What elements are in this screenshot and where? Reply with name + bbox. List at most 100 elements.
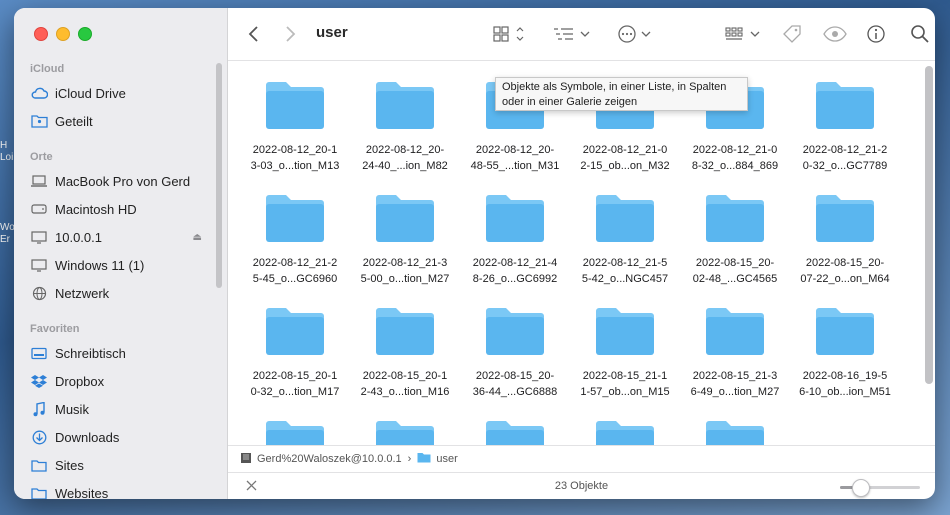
folder-item[interactable] [570,418,680,445]
folder-item[interactable]: 2022-08-12_21-2 0-32_o...GC7789 [790,79,900,177]
folder-item[interactable]: 2022-08-15_20-1 0-32_o...tion_M17 [240,305,350,403]
folder-item[interactable] [460,418,570,445]
sidebar-item-downloads[interactable]: Downloads [30,425,210,449]
tag-button[interactable] [781,22,803,46]
folder-name-line: 2022-08-12_20- [475,144,555,156]
folder-icon [264,305,326,357]
sidebar-item-label: Dropbox [55,373,105,389]
sidebar-item-netzwerk[interactable]: Netzwerk [30,281,210,305]
folder-item[interactable] [680,418,790,445]
sidebar-item-dropbox[interactable]: Dropbox [30,369,210,393]
folder-item[interactable]: 2022-08-12_20- 24-40_...ion_M82 [350,79,460,177]
folder-icon [704,418,766,445]
sidebar-item-musik[interactable]: Musik [30,397,210,421]
folder-name-line: 1-57_ob...on_M15 [580,386,670,398]
sidebar-item-label: Netzwerk [55,285,110,301]
sidebar-item-icloud-drive[interactable]: iCloud Drive [30,81,210,105]
folder-name-line: 2022-08-12_21-2 [802,144,888,156]
folder-name-line: 5-45_o...GC6960 [252,273,338,285]
folder-name-line: 2022-08-16_19-5 [802,370,888,382]
folder-icon [30,485,48,499]
sidebar-item-label: iCloud Drive [55,85,126,101]
sidebar-item-windows[interactable]: Windows 11 (1) [30,253,210,277]
action-menu-button[interactable] [616,22,656,46]
path-segment-folder[interactable]: user [436,453,457,465]
path-segment-server[interactable]: Gerd%20Waloszek@10.0.0.1 [257,453,402,465]
folder-name-line: 5-00_o...tion_M27 [360,273,450,285]
folder-item[interactable]: 2022-08-12_20-1 3-03_o...tion_M13 [240,79,350,177]
folder-item[interactable]: 2022-08-16_19-5 6-10_ob...ion_M51 [790,305,900,403]
zoom-button[interactable] [78,27,92,41]
chevron-right-icon [286,26,296,42]
close-button[interactable] [34,27,48,41]
folder-item[interactable]: 2022-08-15_20-1 2-43_o...tion_M16 [350,305,460,403]
folder-item[interactable] [240,418,350,445]
sidebar-item-server[interactable]: 10.0.0.1 ⏏ [30,225,210,249]
group-button[interactable] [552,22,592,46]
folder-name-line: 8-32_o...884_869 [691,160,779,172]
folder-item[interactable]: 2022-08-12_21-5 5-42_o...NGC457 [570,192,680,290]
sidebar-scrollbar[interactable] [216,63,222,288]
sidebar-item-macbook[interactable]: MacBook Pro von Gerd [30,169,210,193]
quicklook-button[interactable] [823,22,847,46]
folder-icon [484,192,546,244]
search-button[interactable] [910,22,930,46]
folder-name-line: 2022-08-12_21-0 [692,144,778,156]
folder-name-line: 6-10_ob...ion_M51 [799,386,891,398]
folder-icon [30,457,48,473]
folder-item[interactable]: 2022-08-15_20- 36-44_...GC6888 [460,305,570,403]
folder-item[interactable]: 2022-08-12_21-3 5-00_o...tion_M27 [350,192,460,290]
content-scrollbar[interactable] [925,66,933,384]
shared-folder-icon [30,113,48,129]
minimize-button[interactable] [56,27,70,41]
slider-knob[interactable] [852,479,870,497]
sidebar-item-label: MacBook Pro von Gerd [55,173,191,189]
sidebar-item-sites[interactable]: Sites [30,453,210,477]
folder-item[interactable]: 2022-08-15_20- 02-48_...GC4565 [680,192,790,290]
path-bar: Gerd%20Waloszek@10.0.0.1 › user [228,445,935,472]
sidebar-section-orte: Orte [30,151,53,163]
desktop-item-label[interactable]: H [0,140,14,151]
sidebar-item-label: Geteilt [55,113,93,129]
folder-item[interactable]: 2022-08-12_21-2 5-45_o...GC6960 [240,192,350,290]
folder-item[interactable] [350,418,460,445]
info-button[interactable] [866,22,886,46]
view-mode-button[interactable] [493,22,527,46]
file-icon-view[interactable]: 2022-08-12_20-1 3-03_o...tion_M13 2022-08-… [228,61,935,445]
tooltip-line: oder in einer Galerie zeigen [502,95,638,108]
folder-name-line: 2022-08-15_20-1 [252,370,338,382]
desktop-item-label[interactable]: Loi [0,152,14,163]
back-button[interactable] [248,22,260,46]
search-icon [911,25,929,43]
folder-icon [594,305,656,357]
eject-icon[interactable]: ⏏ [193,232,202,243]
sidebar-item-macintosh-hd[interactable]: Macintosh HD [30,197,210,221]
gallery-options-button[interactable] [724,22,764,46]
desktop-item-label[interactable]: Er [0,234,14,245]
folder-name-line: 2022-08-15_20-1 [362,370,448,382]
folder-grid: 2022-08-12_20-1 3-03_o...tion_M13 2022-08-… [240,79,900,445]
sidebar-item-label: 10.0.0.1 [55,229,102,245]
sidebar-item-websites[interactable]: Websites [30,481,210,499]
folder-item[interactable]: 2022-08-15_21-3 6-49_o...tion_M27 [680,305,790,403]
folder-icon [814,79,876,131]
folder-icon [594,192,656,244]
folder-name-line: 24-40_...ion_M82 [362,160,448,172]
folder-name-line: 2-43_o...tion_M16 [360,386,450,398]
folder-item[interactable]: 2022-08-12_21-4 8-26_o...GC6992 [460,192,570,290]
sidebar-item-schreibtisch[interactable]: Schreibtisch [30,341,210,365]
grid-view-icon [493,26,524,42]
folder-item[interactable]: 2022-08-15_21-1 1-57_ob...on_M15 [570,305,680,403]
folder-icon [374,192,436,244]
folder-name-line: 2022-08-12_21-5 [582,257,668,269]
icon-size-slider[interactable] [840,479,920,497]
item-count: 23 Objekte [554,480,609,492]
desktop-item-label[interactable]: Wo [0,222,14,233]
status-bar: 23 Objekte [228,472,935,499]
folder-name-line: 2022-08-12_21-3 [362,257,448,269]
sidebar-item-geteilt[interactable]: Geteilt [30,109,210,133]
display-icon [30,229,48,245]
sidebar-item-label: Musik [55,401,89,417]
forward-button[interactable] [284,22,296,46]
folder-item[interactable]: 2022-08-15_20- 07-22_o...on_M64 [790,192,900,290]
